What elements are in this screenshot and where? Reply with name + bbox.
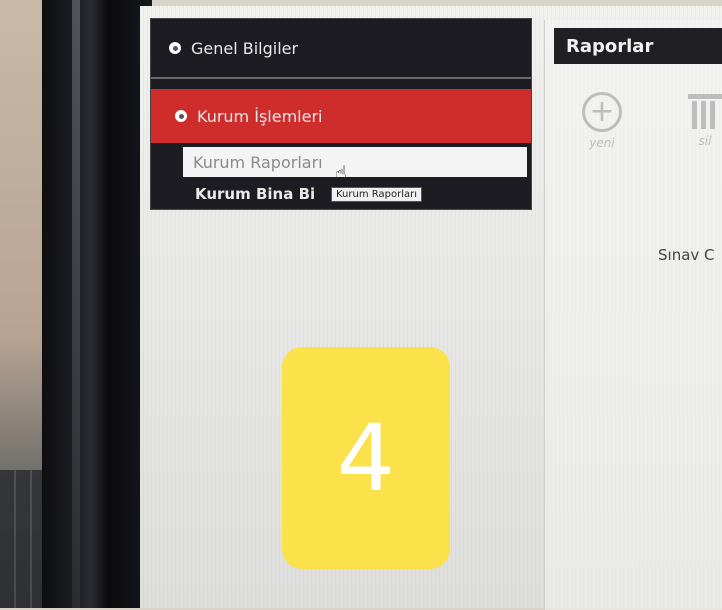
submenu-item-label: Kurum Raporları [193,152,323,172]
step-number: 4 [336,404,396,512]
new-label: yeni [589,136,615,150]
menu-item-label: Genel Bilgiler [191,38,299,58]
trash-icon [688,92,722,130]
new-button[interactable]: + yeni [582,92,622,150]
delete-label: sil [698,134,712,148]
menu-item-genel-bilgiler[interactable]: Genel Bilgiler [151,33,531,63]
bullet-icon [175,110,187,122]
tooltip: Kurum Raporları [331,187,422,202]
monitor-bezel [42,0,152,608]
bezel-reflection [72,0,80,608]
plus-icon: + [582,92,622,132]
side-menu: Genel Bilgiler Kurum İşlemleri Kurum Rap… [150,18,532,210]
submenu-item-label: Kurum Bina Bi [195,185,316,203]
delete-button[interactable]: sil [688,92,722,148]
exam-text: Sınav C [658,246,715,264]
menu-item-kurum-islemleri[interactable]: Kurum İşlemleri [151,89,531,143]
reports-title: Raporlar [554,28,722,64]
hand-cursor-icon: ☝ [335,161,348,185]
menu-divider [151,77,531,79]
bullet-icon [169,42,181,54]
menu-item-label: Kurum İşlemleri [197,106,323,126]
step-number-badge: 4 [282,347,450,569]
submenu-item-kurum-raporlari[interactable]: Kurum Raporları [183,147,527,177]
submenu-item-kurum-bina[interactable]: Kurum Bina Bi [195,185,315,203]
